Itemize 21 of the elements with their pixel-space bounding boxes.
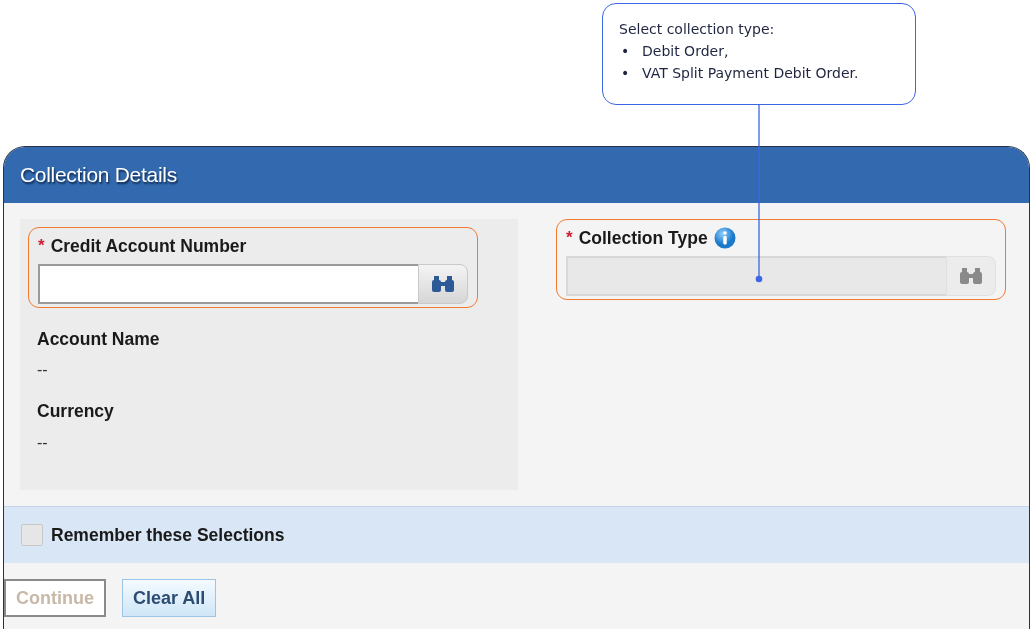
field-value: --	[37, 432, 49, 453]
required-marker: *	[566, 227, 573, 250]
field-label: Account Name	[37, 328, 161, 351]
field-label: Credit Account Number	[50, 235, 247, 258]
bullet: •	[620, 64, 631, 83]
field-value: --	[37, 360, 49, 381]
binoculars-icon	[959, 267, 983, 286]
bullet: •	[620, 42, 631, 61]
binoculars-icon	[431, 275, 455, 294]
list-item: Debit Order,	[642, 42, 729, 61]
panel-title: Collection Details	[20, 162, 177, 189]
list-item: VAT Split Payment Debit Order.	[642, 64, 859, 83]
required-marker: *	[38, 235, 45, 258]
callout-heading: Select collection type:	[619, 20, 776, 39]
lookup-button[interactable]	[418, 264, 468, 305]
field-label: Currency	[37, 400, 115, 424]
field-label: Collection Type	[578, 227, 708, 250]
clear-button[interactable]: Clear All	[122, 579, 217, 617]
checkbox-label: Remember these Selections	[51, 523, 285, 547]
checkbox[interactable]	[21, 524, 43, 546]
input-field[interactable]	[38, 264, 418, 305]
